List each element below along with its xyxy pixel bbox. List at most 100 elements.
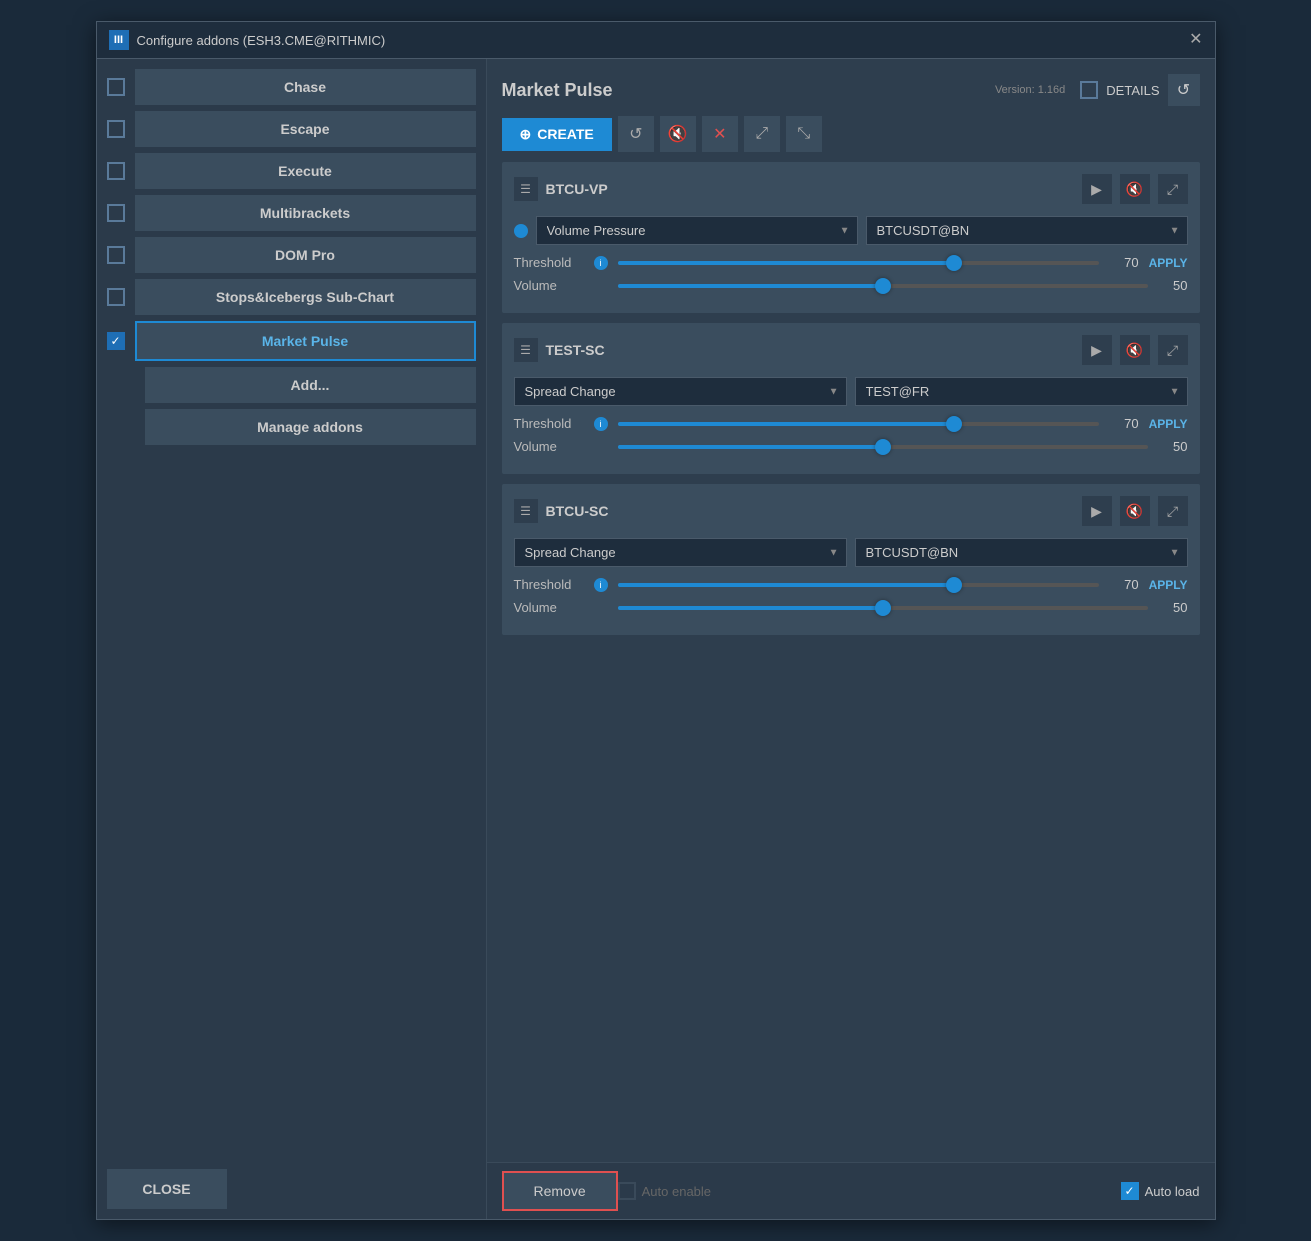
sidebar-checkbox-execute[interactable] bbox=[107, 162, 125, 180]
sidebar-btn-marketpulse[interactable]: Market Pulse bbox=[135, 321, 476, 361]
sidebar-btn-add[interactable]: Add... bbox=[145, 367, 476, 403]
apply-threshold-btcu-vp[interactable]: APPLY bbox=[1149, 256, 1188, 270]
card-selectors-btcu-vp: Volume Pressure BTCUSDT@BN bbox=[514, 216, 1188, 245]
sidebar-btn-execute[interactable]: Execute bbox=[135, 153, 476, 189]
delete-button[interactable]: ✕ bbox=[702, 116, 738, 152]
window-title: Configure addons (ESH3.CME@RITHMIC) bbox=[137, 33, 386, 48]
card-title-btcu-vp: BTCU-VP bbox=[546, 181, 1074, 197]
volume-thumb-test-sc[interactable] bbox=[875, 439, 891, 455]
sidebar-item-marketpulse: Market Pulse bbox=[107, 321, 476, 361]
type-select-btcu-vp[interactable]: Volume Pressure bbox=[536, 216, 858, 245]
card-mute-btcu-sc[interactable]: 🔇 bbox=[1120, 496, 1150, 526]
volume-track-test-sc[interactable] bbox=[618, 445, 1148, 449]
threshold-thumb-btcu-vp[interactable] bbox=[946, 255, 962, 271]
volume-slider-container-btcu-sc bbox=[618, 606, 1148, 610]
auto-enable-checkbox[interactable] bbox=[618, 1182, 636, 1200]
auto-load-label: Auto load bbox=[1145, 1184, 1200, 1199]
card-expand-btcu-vp[interactable]: ⤢ bbox=[1158, 174, 1188, 204]
close-button[interactable]: CLOSE bbox=[107, 1169, 227, 1209]
sidebar-checkbox-marketpulse[interactable] bbox=[107, 332, 125, 350]
volume-thumb-btcu-vp[interactable] bbox=[875, 278, 891, 294]
threshold-info-test-sc[interactable]: i bbox=[594, 417, 608, 431]
title-bar-left: III Configure addons (ESH3.CME@RITHMIC) bbox=[109, 30, 386, 50]
card-icon-btcu-sc: ☰ bbox=[514, 499, 538, 523]
main-title: Market Pulse bbox=[502, 80, 613, 101]
sidebar-item-stops: Stops&Icebergs Sub-Chart bbox=[107, 279, 476, 315]
threshold-row-btcu-vp: Threshold i 70 APPLY bbox=[514, 255, 1188, 270]
sidebar-btn-escape[interactable]: Escape bbox=[135, 111, 476, 147]
sidebar-checkbox-escape[interactable] bbox=[107, 120, 125, 138]
type-select-wrapper-btcu-sc: Spread Change bbox=[514, 538, 847, 567]
card-play-btcu-vp[interactable]: ▶ bbox=[1082, 174, 1112, 204]
card-mute-test-sc[interactable]: 🔇 bbox=[1120, 335, 1150, 365]
main-panel: Market Pulse Version: 1.16d DETAILS ↺ ⊕ … bbox=[487, 59, 1215, 1162]
threshold-value-test-sc: 70 bbox=[1109, 416, 1139, 431]
sidebar-btn-dompro[interactable]: DOM Pro bbox=[135, 237, 476, 273]
mute-all-button[interactable]: 🔇 bbox=[660, 116, 696, 152]
exchange-select-btcu-vp[interactable]: BTCUSDT@BN bbox=[866, 216, 1188, 245]
sidebar-btn-stops[interactable]: Stops&Icebergs Sub-Chart bbox=[135, 279, 476, 315]
sidebar-item-add: Add... bbox=[107, 367, 476, 403]
threshold-fill-btcu-sc bbox=[618, 583, 955, 587]
sidebar-checkbox-chase[interactable] bbox=[107, 78, 125, 96]
card-mute-btcu-vp[interactable]: 🔇 bbox=[1120, 174, 1150, 204]
card-play-test-sc[interactable]: ▶ bbox=[1082, 335, 1112, 365]
create-button[interactable]: ⊕ CREATE bbox=[502, 118, 612, 151]
volume-thumb-btcu-sc[interactable] bbox=[875, 600, 891, 616]
sidebar-item-multibrackets: Multibrackets bbox=[107, 195, 476, 231]
details-label: DETAILS bbox=[1106, 83, 1159, 98]
auto-load-checkbox[interactable]: ✓ bbox=[1121, 1182, 1139, 1200]
type-select-btcu-sc[interactable]: Spread Change bbox=[514, 538, 847, 567]
threshold-info-btcu-vp[interactable]: i bbox=[594, 256, 608, 270]
card-play-btcu-sc[interactable]: ▶ bbox=[1082, 496, 1112, 526]
expand-button[interactable]: ⤢ bbox=[744, 116, 780, 152]
exchange-select-btcu-sc[interactable]: BTCUSDT@BN bbox=[855, 538, 1188, 567]
details-checkbox[interactable] bbox=[1080, 81, 1098, 99]
reset-button[interactable]: ↺ bbox=[1168, 74, 1200, 106]
sidebar-item-manage: Manage addons bbox=[107, 409, 476, 445]
threshold-track-btcu-sc[interactable] bbox=[618, 583, 1099, 587]
sidebar-item-escape: Escape bbox=[107, 111, 476, 147]
threshold-track-btcu-vp[interactable] bbox=[618, 261, 1099, 265]
remove-button[interactable]: Remove bbox=[502, 1171, 618, 1211]
card-icon-test-sc: ☰ bbox=[514, 338, 538, 362]
card-btcu-sc: ☰ BTCU-SC ▶ 🔇 ⤢ Spread Change bbox=[502, 484, 1200, 635]
threshold-thumb-test-sc[interactable] bbox=[946, 416, 962, 432]
volume-row-btcu-vp: Volume 50 bbox=[514, 278, 1188, 293]
card-expand-test-sc[interactable]: ⤢ bbox=[1158, 335, 1188, 365]
sidebar-checkbox-dompro[interactable] bbox=[107, 246, 125, 264]
auto-enable-label: Auto enable bbox=[642, 1184, 711, 1199]
card-btcu-vp: ☰ BTCU-VP ▶ 🔇 ⤢ Volume Pressure bbox=[502, 162, 1200, 313]
volume-slider-container-test-sc bbox=[618, 445, 1148, 449]
volume-slider-container-btcu-vp bbox=[618, 284, 1148, 288]
window-close-button[interactable]: ✕ bbox=[1189, 32, 1202, 48]
undo-button[interactable]: ↺ bbox=[618, 116, 654, 152]
threshold-value-btcu-sc: 70 bbox=[1109, 577, 1139, 592]
sidebar-checkbox-multibrackets[interactable] bbox=[107, 204, 125, 222]
sidebar-btn-manage[interactable]: Manage addons bbox=[145, 409, 476, 445]
threshold-label-btcu-sc: Threshold bbox=[514, 577, 584, 592]
apply-threshold-btcu-sc[interactable]: APPLY bbox=[1149, 578, 1188, 592]
card-expand-btcu-sc[interactable]: ⤢ bbox=[1158, 496, 1188, 526]
threshold-slider-container-test-sc bbox=[618, 422, 1099, 426]
threshold-thumb-btcu-sc[interactable] bbox=[946, 577, 962, 593]
volume-track-btcu-vp[interactable] bbox=[618, 284, 1148, 288]
app-icon: III bbox=[109, 30, 129, 50]
threshold-track-test-sc[interactable] bbox=[618, 422, 1099, 426]
volume-value-test-sc: 50 bbox=[1158, 439, 1188, 454]
sidebar-btn-chase[interactable]: Chase bbox=[135, 69, 476, 105]
volume-label-test-sc: Volume bbox=[514, 439, 584, 454]
collapse-button[interactable]: ⤡ bbox=[786, 116, 822, 152]
exchange-select-wrapper-btcu-sc: BTCUSDT@BN bbox=[855, 538, 1188, 567]
threshold-value-btcu-vp: 70 bbox=[1109, 255, 1139, 270]
threshold-row-test-sc: Threshold i 70 APPLY bbox=[514, 416, 1188, 431]
sidebar-btn-multibrackets[interactable]: Multibrackets bbox=[135, 195, 476, 231]
exchange-select-test-sc[interactable]: TEST@FR bbox=[855, 377, 1188, 406]
threshold-fill-test-sc bbox=[618, 422, 955, 426]
volume-track-btcu-sc[interactable] bbox=[618, 606, 1148, 610]
volume-value-btcu-sc: 50 bbox=[1158, 600, 1188, 615]
sidebar-checkbox-stops[interactable] bbox=[107, 288, 125, 306]
type-select-test-sc[interactable]: Spread Change bbox=[514, 377, 847, 406]
threshold-info-btcu-sc[interactable]: i bbox=[594, 578, 608, 592]
apply-threshold-test-sc[interactable]: APPLY bbox=[1149, 417, 1188, 431]
